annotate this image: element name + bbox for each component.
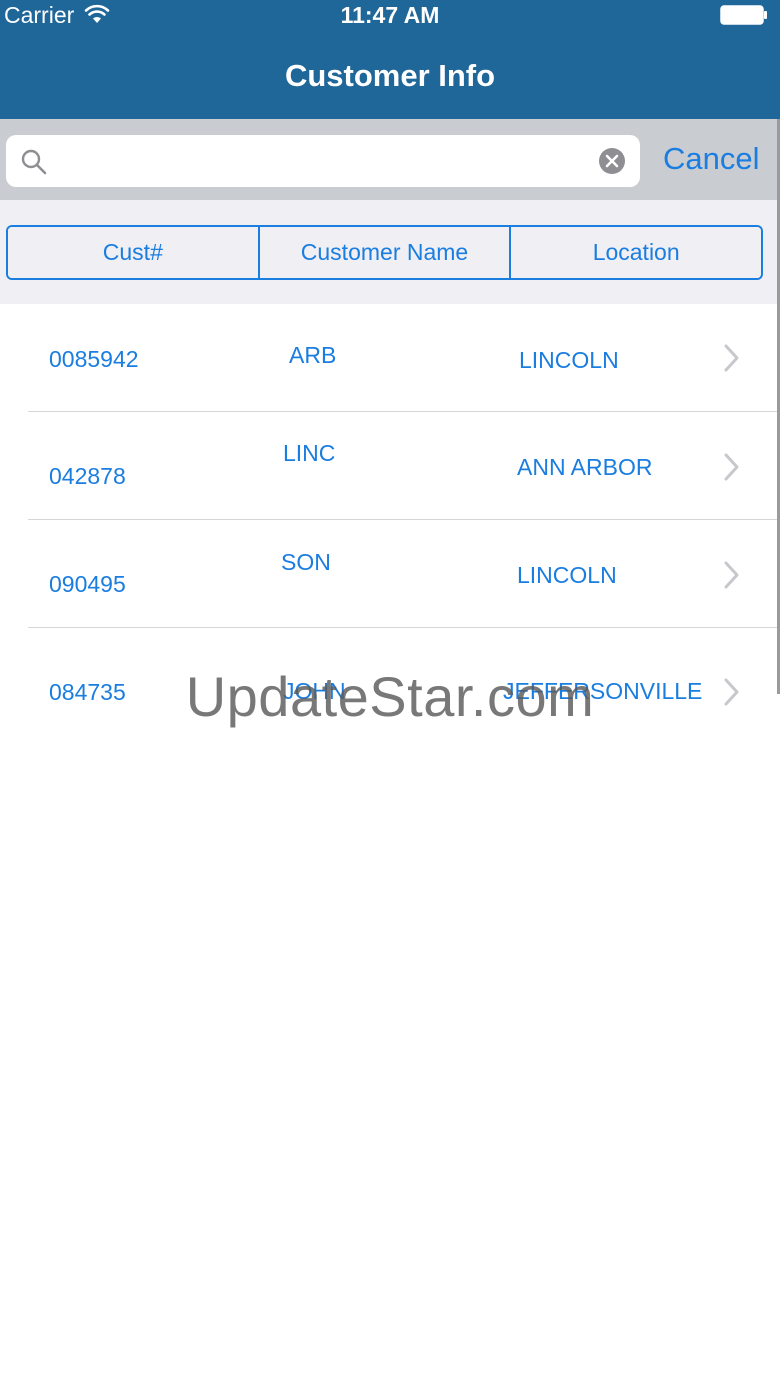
chevron-right-icon: [724, 453, 739, 481]
segment-area: Cust# Customer Name Location: [0, 200, 778, 304]
clear-icon[interactable]: [598, 147, 626, 175]
cust-number: 042878: [49, 463, 126, 489]
status-bar: Carrier 11:47 AM: [0, 0, 780, 32]
cust-number: 0085942: [49, 346, 139, 372]
table-row[interactable]: 090495 SON LINCOLN: [0, 520, 778, 628]
segment-customer-name[interactable]: Customer Name: [259, 227, 512, 278]
customer-name: SON: [281, 549, 331, 575]
header: Carrier 11:47 AM Customer Info: [0, 0, 780, 119]
search-icon: [21, 149, 47, 175]
watermark: UpdateStar.com: [185, 665, 595, 728]
customer-location: ANN ARBOR: [517, 454, 653, 480]
segment-cust-number[interactable]: Cust#: [8, 227, 260, 278]
page-title: Customer Info: [284, 58, 496, 93]
search-bar: Cancel: [0, 119, 778, 200]
table-row[interactable]: 0085942 ARB LINCOLN: [0, 304, 778, 412]
customer-name: ARB: [289, 342, 337, 368]
cancel-button[interactable]: Cancel: [663, 141, 760, 177]
battery-icon: [720, 5, 767, 25]
customer-location: LINCOLN: [517, 562, 617, 588]
segmented-control: Cust# Customer Name Location: [6, 225, 763, 280]
chevron-right-icon: [724, 344, 739, 372]
clock: 11:47 AM: [340, 2, 440, 28]
chevron-right-icon: [724, 561, 739, 589]
customer-name: LINC: [283, 440, 336, 466]
segment-location[interactable]: Location: [511, 227, 761, 278]
cust-number: 090495: [49, 571, 126, 597]
search-field[interactable]: [6, 135, 640, 187]
customer-location: LINCOLN: [519, 347, 619, 373]
search-input[interactable]: [58, 143, 588, 179]
table-row[interactable]: 042878 LINC ANN ARBOR: [0, 412, 778, 520]
